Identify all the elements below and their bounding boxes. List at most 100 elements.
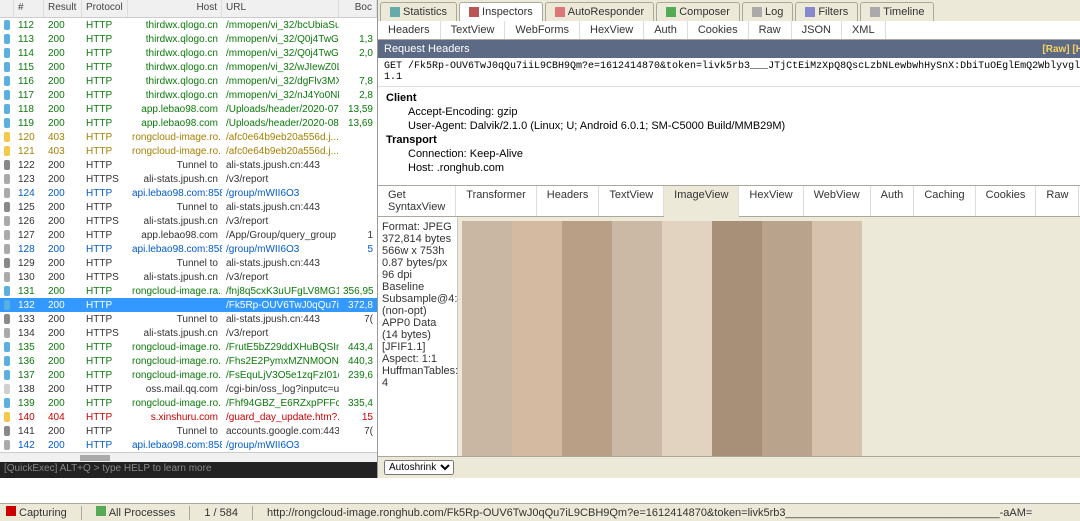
req-tab-json[interactable]: JSON <box>792 21 842 39</box>
img-icon <box>4 118 10 128</box>
transport-group: Transport <box>386 133 1080 147</box>
req-tab-cookies[interactable]: Cookies <box>688 21 749 39</box>
img-icon <box>4 20 10 30</box>
table-row[interactable]: 121403HTTProngcloud-image.ro.../afc0e64b… <box>0 144 377 158</box>
table-row[interactable]: 132200HTTP/Fk5Rp-OUV6TwJ0qQu7iL...372,8 <box>0 298 377 312</box>
img-icon <box>4 300 10 310</box>
doc-icon <box>4 174 10 184</box>
quickexec-bar[interactable]: [QuickExec] ALT+Q > type HELP to learn m… <box>0 462 377 478</box>
table-row[interactable]: 133200HTTPTunnel toali-stats.jpush.cn:44… <box>0 312 377 326</box>
resp-tab-imageview[interactable]: ImageView <box>664 186 739 217</box>
table-row[interactable]: 114200HTTPthirdwx.qlogo.cn/mmopen/vi_32/… <box>0 46 377 60</box>
table-row[interactable]: 112200HTTPthirdwx.qlogo.cn/mmopen/vi_32/… <box>0 18 377 32</box>
col-num[interactable]: # <box>14 0 44 17</box>
tab-composer[interactable]: Composer <box>656 2 740 21</box>
header-kv[interactable]: Connection: Keep-Alive <box>386 147 1080 161</box>
table-row[interactable]: 115200HTTPthirdwx.qlogo.cn/mmopen/vi_32/… <box>0 60 377 74</box>
tab-statistics[interactable]: Statistics <box>380 2 457 21</box>
img-icon <box>4 48 10 58</box>
req-tab-textview[interactable]: TextView <box>441 21 506 39</box>
tab-autoresponder[interactable]: AutoResponder <box>545 2 654 21</box>
autoresponder-icon <box>555 7 565 17</box>
table-row[interactable]: 135200HTTProngcloud-image.ro.../FrutE5bZ… <box>0 340 377 354</box>
timeline-icon <box>870 7 880 17</box>
table-row[interactable]: 138200HTTPoss.mail.qq.com/cgi-bin/oss_lo… <box>0 382 377 396</box>
resp-tab-headers[interactable]: Headers <box>537 186 600 216</box>
img-icon <box>4 286 10 296</box>
resp-tab-auth[interactable]: Auth <box>871 186 915 216</box>
table-row[interactable]: 117200HTTPthirdwx.qlogo.cn/mmopen/vi_32/… <box>0 88 377 102</box>
tab-filters[interactable]: Filters <box>795 2 858 21</box>
resp-tab-caching[interactable]: Caching <box>914 186 975 216</box>
sessions-pane: # Result Protocol Host URL Boc 112200HTT… <box>0 0 378 478</box>
capturing-indicator[interactable]: Capturing <box>6 506 67 519</box>
autoshrink-select[interactable]: Autoshrink <box>384 460 454 475</box>
table-row[interactable]: 142200HTTPapi.lebao98.com:8585/group/mWI… <box>0 438 377 452</box>
img-icon <box>4 62 10 72</box>
table-row[interactable]: 124200HTTPapi.lebao98.com:8585/group/mWI… <box>0 186 377 200</box>
header-kv[interactable]: Accept-Encoding: gzip <box>386 105 1080 119</box>
req-tab-headers[interactable]: Headers <box>378 21 441 39</box>
h-scrollbar[interactable] <box>0 452 377 462</box>
col-host[interactable]: Host <box>128 0 222 17</box>
table-row[interactable]: 118200HTTPapp.lebao98.com/Uploads/header… <box>0 102 377 116</box>
table-row[interactable]: 141200HTTPTunnel toaccounts.google.com:4… <box>0 424 377 438</box>
table-row[interactable]: 116200HTTPthirdwx.qlogo.cn/mmopen/vi_32/… <box>0 74 377 88</box>
req-tab-auth[interactable]: Auth <box>644 21 688 39</box>
composer-icon <box>666 7 676 17</box>
req-tab-xml[interactable]: XML <box>842 21 886 39</box>
req-tab-webforms[interactable]: WebForms <box>505 21 580 39</box>
tab-timeline[interactable]: Timeline <box>860 2 934 21</box>
table-row[interactable]: 128200HTTPapi.lebao98.com:8585/group/mWI… <box>0 242 377 256</box>
col-result[interactable]: Result <box>44 0 82 17</box>
status-bar: Capturing All Processes 1 / 584 http://r… <box>0 503 1080 521</box>
raw-links[interactable]: [Raw] [Header Definitions] <box>1042 44 1080 55</box>
header-kv[interactable]: Host: .ronghub.com <box>386 161 1080 175</box>
table-row[interactable]: 131200HTTProngcloud-image.ra.../fnj8q5cx… <box>0 284 377 298</box>
col-url[interactable]: URL <box>222 0 339 17</box>
table-row[interactable]: 130200HTTPSali-stats.jpush.cn/v3/report <box>0 270 377 284</box>
resp-tab-cookies[interactable]: Cookies <box>976 186 1037 216</box>
resp-tab-raw[interactable]: Raw <box>1036 186 1079 216</box>
col-boc[interactable]: Boc <box>339 0 377 17</box>
lock-icon <box>4 202 10 212</box>
img-icon <box>4 356 10 366</box>
process-icon <box>96 506 106 516</box>
warn-icon <box>4 132 10 142</box>
table-row[interactable]: 122200HTTPTunnel toali-stats.jpush.cn:44… <box>0 158 377 172</box>
resp-tab-textview[interactable]: TextView <box>599 186 664 216</box>
req-tab-raw[interactable]: Raw <box>749 21 792 39</box>
table-row[interactable]: 125200HTTPTunnel toali-stats.jpush.cn:44… <box>0 200 377 214</box>
processes-filter[interactable]: All Processes <box>96 506 176 519</box>
table-row[interactable]: 136200HTTProngcloud-image.ro.../Fhs2E2Py… <box>0 354 377 368</box>
lock-icon <box>4 258 10 268</box>
table-row[interactable]: 137200HTTProngcloud-image.ro.../FsEquLjV… <box>0 368 377 382</box>
img-icon <box>4 34 10 44</box>
table-row[interactable]: 123200HTTPSali-stats.jpush.cn/v3/report <box>0 172 377 186</box>
resp-tab-webview[interactable]: WebView <box>804 186 871 216</box>
request-headers-bar: Request Headers [Raw] [Header Definition… <box>378 40 1080 58</box>
resp-tab-get-syntaxview[interactable]: Get SyntaxView <box>378 186 456 216</box>
tab-log[interactable]: Log <box>742 2 793 21</box>
table-row[interactable]: 113200HTTPthirdwx.qlogo.cn/mmopen/vi_32/… <box>0 32 377 46</box>
header-kv[interactable]: User-Agent: Dalvik/2.1.0 (Linux; U; Andr… <box>386 119 1080 133</box>
req-tab-hexview[interactable]: HexView <box>580 21 644 39</box>
table-row[interactable]: 120403HTTProngcloud-image.ro.../afc0e64b… <box>0 130 377 144</box>
table-row[interactable]: 127200HTTPapp.lebao98.com/App/Group/quer… <box>0 228 377 242</box>
grid-body[interactable]: 112200HTTPthirdwx.qlogo.cn/mmopen/vi_32/… <box>0 18 377 452</box>
session-count: 1 / 584 <box>204 507 238 519</box>
table-row[interactable]: 119200HTTPapp.lebao98.com/Uploads/header… <box>0 116 377 130</box>
doc-icon <box>4 244 10 254</box>
table-row[interactable]: 129200HTTPTunnel toali-stats.jpush.cn:44… <box>0 256 377 270</box>
resp-tab-hexview[interactable]: HexView <box>739 186 803 216</box>
table-row[interactable]: 126200HTTPSali-stats.jpush.cn/v3/report <box>0 214 377 228</box>
headers-tree: Client Accept-Encoding: gzip User-Agent:… <box>378 87 1080 185</box>
doc-icon <box>4 440 10 450</box>
resp-tab-transformer[interactable]: Transformer <box>456 186 537 216</box>
tab-inspectors[interactable]: Inspectors <box>459 2 543 21</box>
col-protocol[interactable]: Protocol <box>82 0 128 17</box>
table-row[interactable]: 140404HTTPs.xinshuru.com/guard_day_updat… <box>0 410 377 424</box>
image-view[interactable] <box>458 217 1080 456</box>
table-row[interactable]: 139200HTTProngcloud-image.ro.../Fhf94GBZ… <box>0 396 377 410</box>
table-row[interactable]: 134200HTTPSali-stats.jpush.cn/v3/report <box>0 326 377 340</box>
